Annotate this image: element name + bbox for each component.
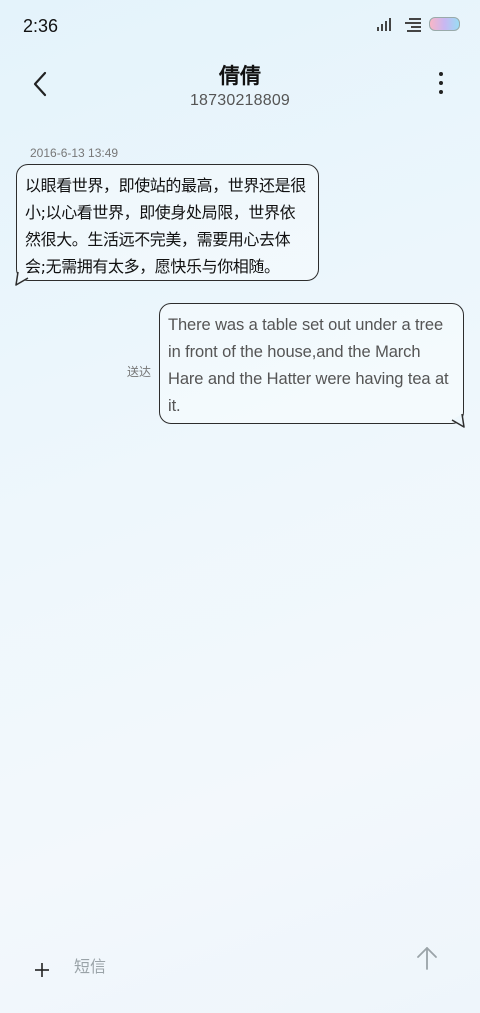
plus-icon <box>35 963 49 977</box>
conversation-header: 倩倩 18730218809 <box>0 52 480 122</box>
contact-name: 倩倩 <box>219 65 261 88</box>
message-input[interactable] <box>72 952 376 984</box>
battery-icon <box>429 17 460 31</box>
contact-number: 18730218809 <box>189 92 291 109</box>
more-options-button[interactable] <box>426 68 456 98</box>
send-button[interactable] <box>413 944 441 972</box>
more-vertical-icon <box>439 72 443 94</box>
status-bar: 2:36 <box>0 0 480 52</box>
delivery-status: 送达 <box>127 365 152 379</box>
incoming-message-text: 以眼看世界，即使站的最高，世界还是很小;以心看世界，即使身处局限，世界依然很大。… <box>25 176 306 276</box>
message-composer <box>0 930 480 1010</box>
incoming-message-bubble[interactable]: 以眼看世界，即使站的最高，世界还是很小;以心看世界，即使身处局限，世界依然很大。… <box>16 164 319 281</box>
signal-icon <box>377 17 395 31</box>
message-timestamp: 2016-6-13 13:49 <box>30 146 119 160</box>
incoming-bubble-tail <box>15 272 29 286</box>
status-time: 2:36 <box>23 16 59 36</box>
outgoing-message-bubble[interactable]: There was a table set out under a tree i… <box>159 303 464 424</box>
contact-title: 倩倩 18730218809 <box>0 60 480 110</box>
outgoing-bubble-tail <box>451 414 465 428</box>
add-attachment-button[interactable] <box>30 958 54 982</box>
network-icon <box>403 17 421 32</box>
arrow-up-icon <box>417 947 437 970</box>
outgoing-message-text: There was a table set out under a tree i… <box>168 316 449 415</box>
status-icons <box>377 17 460 32</box>
